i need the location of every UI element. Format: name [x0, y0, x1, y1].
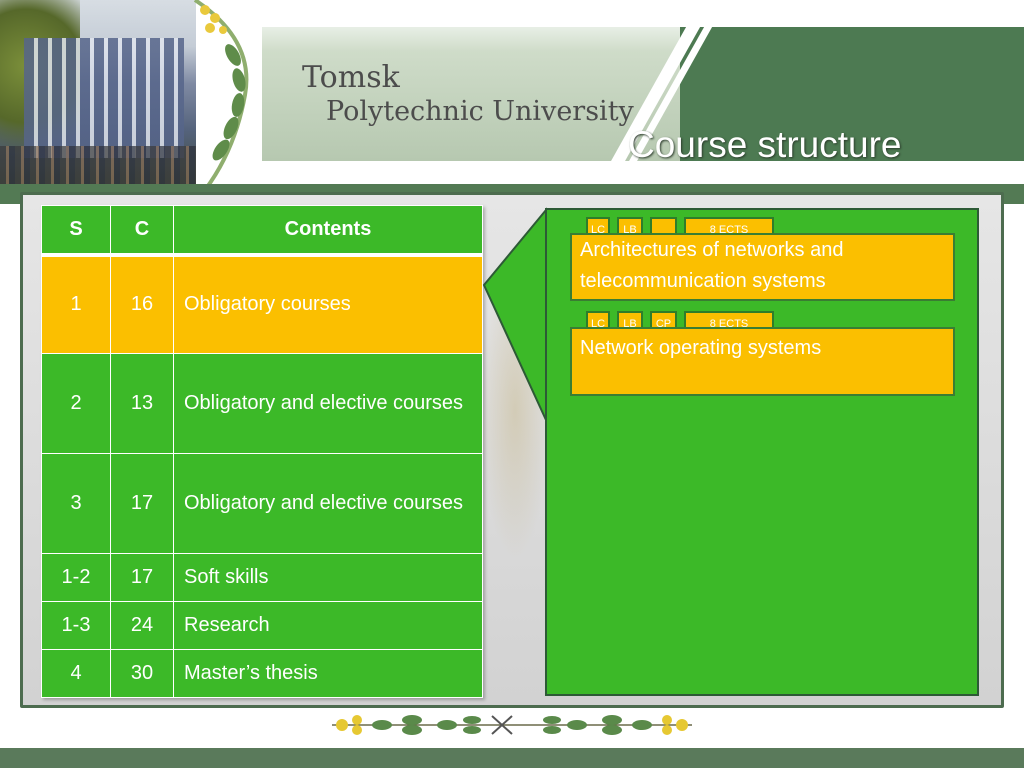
credits-cell: 17 — [110, 452, 174, 554]
semester-cell: 2 — [41, 352, 111, 454]
course-structure-table: S C Contents 1 16 Obligatory courses 2 1… — [41, 205, 483, 698]
table-row: 3 17 Obligatory and elective courses — [41, 452, 483, 554]
contents-cell: Obligatory courses — [173, 254, 483, 354]
semester-cell: 3 — [41, 452, 111, 554]
laurel-wreath-icon — [193, 0, 249, 190]
footer-bar — [0, 748, 1024, 768]
contents-cell: Master’s thesis — [173, 648, 483, 698]
credits-cell: 24 — [110, 600, 174, 650]
credits-cell: 13 — [110, 352, 174, 454]
table-row: 1 16 Obligatory courses — [41, 254, 483, 354]
ornament-decor-icon — [332, 715, 692, 735]
credits-cell: 16 — [110, 254, 174, 354]
course-card: Architectures of networks and telecommun… — [570, 233, 955, 301]
contents-cell: Soft skills — [173, 552, 483, 602]
credits-cell: 17 — [110, 552, 174, 602]
credits-cell: 30 — [110, 648, 174, 698]
contents-cell: Obligatory and elective courses — [173, 452, 483, 554]
semester-cell: 1-2 — [41, 552, 111, 602]
header-contents: Contents — [173, 205, 483, 257]
header-semester: S — [41, 205, 111, 257]
slide-title: Course structure — [628, 124, 902, 165]
course-card: Network operating systems — [570, 327, 955, 396]
contents-cell: Obligatory and elective courses — [173, 352, 483, 454]
university-building-photo — [0, 0, 196, 186]
contents-cell: Research — [173, 600, 483, 650]
table-row: 1-3 24 Research — [41, 600, 483, 650]
table-header-row: S C Contents — [41, 205, 483, 257]
semester-cell: 4 — [41, 648, 111, 698]
table-row: 4 30 Master’s thesis — [41, 648, 483, 698]
crowd-decor — [0, 146, 196, 186]
logo-title-line2: Polytechnic University — [326, 96, 634, 127]
table-row: 2 13 Obligatory and elective courses — [41, 352, 483, 454]
table-row: 1-2 17 Soft skills — [41, 552, 483, 602]
semester-cell: 1 — [41, 254, 111, 354]
building-decor — [24, 38, 184, 158]
logo-title-line1: Tomsk — [302, 60, 400, 95]
semester-cell: 1-3 — [41, 600, 111, 650]
header-credits: C — [110, 205, 174, 257]
